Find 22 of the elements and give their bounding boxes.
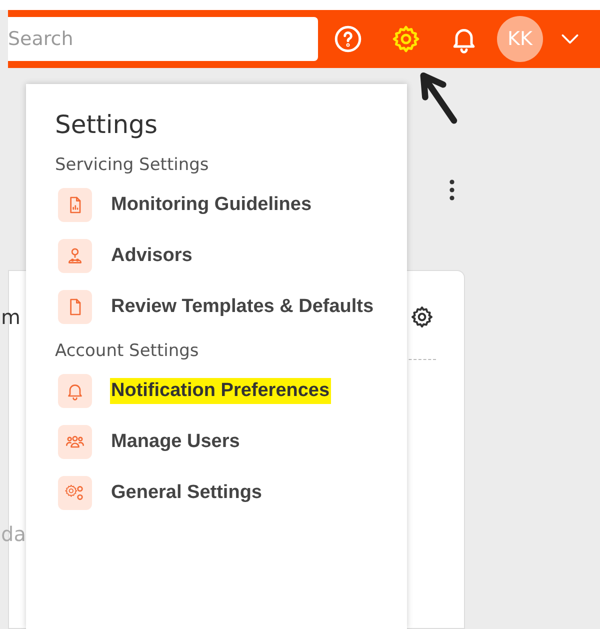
menu-item[interactable]: Review Templates & Defaults bbox=[110, 294, 375, 320]
menu-item[interactable]: Manage Users bbox=[110, 429, 241, 455]
more-options-icon[interactable] bbox=[448, 178, 456, 202]
settings-icon[interactable] bbox=[410, 305, 434, 329]
card-heading: m bbox=[1, 305, 20, 329]
help-button[interactable] bbox=[333, 24, 363, 54]
gears-icon bbox=[58, 476, 92, 510]
menu-item[interactable]: General Settings bbox=[110, 480, 263, 506]
person-icon bbox=[58, 239, 92, 273]
settings-button[interactable] bbox=[391, 24, 421, 54]
bell-icon bbox=[58, 374, 92, 408]
card-text: da bbox=[1, 522, 27, 546]
document-icon bbox=[58, 290, 92, 324]
search-field[interactable]: Search bbox=[8, 17, 318, 61]
menu-title: Settings bbox=[55, 110, 158, 139]
users-icon bbox=[58, 425, 92, 459]
menu-item[interactable]: Monitoring Guidelines bbox=[110, 192, 313, 218]
document-icon bbox=[58, 188, 92, 222]
section-heading: Servicing Settings bbox=[55, 155, 209, 175]
section-heading: Account Settings bbox=[55, 341, 199, 361]
menu-item[interactable]: Advisors bbox=[110, 243, 194, 269]
menu-item[interactable]: Notification Preferences bbox=[110, 378, 331, 404]
